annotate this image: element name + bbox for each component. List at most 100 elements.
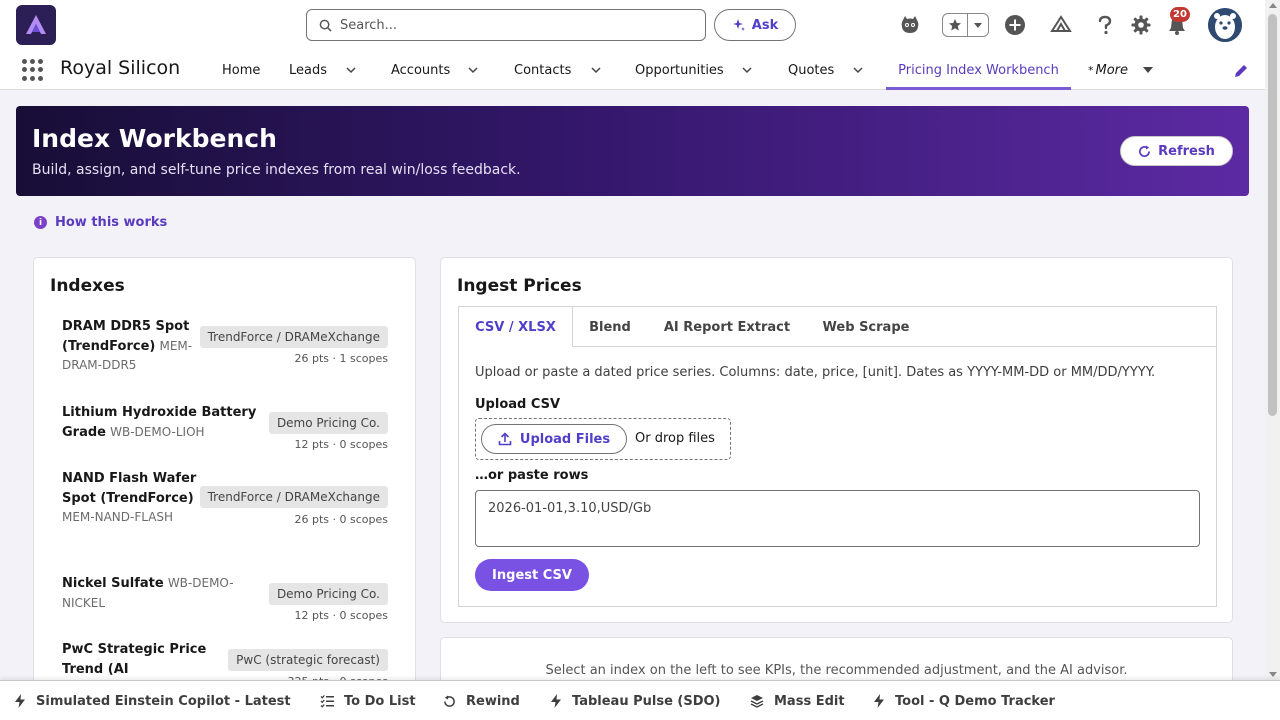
refresh-label: Refresh [1158,143,1215,159]
caret-down-icon [1143,67,1153,73]
index-list-item[interactable]: Nickel Sulfate WB-DEMO-NICKEL Demo Prici… [62,574,388,624]
search-icon [319,19,332,32]
chevron-down-icon[interactable] [590,64,602,76]
index-source-badge: PwC (strategic forecast) [228,649,388,671]
chevron-down-icon[interactable] [467,64,479,76]
chevron-down-icon[interactable] [852,64,864,76]
utility-item-label: Simulated Einstein Copilot - Latest [36,693,291,709]
nav-item-pricing-index-workbench[interactable]: Pricing Index Workbench [886,50,1071,90]
paste-rows-label: …or paste rows [475,468,589,483]
setup-button[interactable] [1128,12,1154,38]
ask-button[interactable]: Ask [714,9,796,41]
nav-more-menu[interactable]: * More [1088,50,1160,90]
favorites-star-button[interactable] [943,14,969,36]
utility-item-mass-edit[interactable]: Mass Edit [750,681,845,720]
asterisk-icon: * [1088,63,1094,77]
chevron-down-icon[interactable] [345,64,357,76]
favorites-group [942,13,989,37]
user-avatar[interactable] [1208,8,1242,42]
global-create-button[interactable] [1002,12,1028,38]
nav-item-label: Quotes [788,62,835,78]
indexes-title: Indexes [50,276,125,296]
layers-icon [750,695,764,708]
bolt-icon [15,694,25,708]
upload-files-label: Upload Files [519,431,611,447]
utility-item-label: Tableau Pulse (SDO) [572,693,721,709]
utility-item-einstein-copilot[interactable]: Simulated Einstein Copilot - Latest [14,681,291,720]
star-icon [949,19,962,31]
checklist-icon [320,695,334,708]
index-source-badge: TrendForce / DRAMeXchange [199,486,388,508]
ingest-prices-panel: Ingest Prices CSV / XLSX Blend AI Report… [440,257,1233,623]
caret-down-icon [974,23,983,28]
nav-item-accounts[interactable]: Accounts [391,50,491,90]
trailhead-button[interactable] [1048,12,1074,38]
workbench-hero-banner: Index Workbench Build, assign, and self-… [16,106,1249,196]
scroll-thumb[interactable] [1268,14,1277,416]
help-button[interactable] [1092,12,1118,38]
refresh-button[interactable]: Refresh [1120,136,1233,166]
sparkle-icon [732,19,745,31]
tab-blend[interactable]: Blend [573,307,647,347]
app-logo-icon [26,15,46,34]
tab-web-scrape[interactable]: Web Scrape [807,307,925,347]
utility-item-label: Mass Edit [774,693,845,709]
nav-item-label: Home [222,62,261,78]
utility-item-rewind[interactable]: Rewind [443,681,520,720]
gear-icon [1131,15,1151,35]
search-input[interactable] [340,17,680,33]
trailhead-icon [1050,15,1072,32]
app-logo[interactable] [16,5,56,45]
index-code: WB-DEMO-LIOH [110,424,205,439]
indexes-panel: Indexes DRAM DDR5 Spot (TrendForce) MEM-… [33,257,416,697]
index-name-wrap: PwC Strategic Price Trend (AI [62,640,222,679]
ingest-csv-button[interactable]: Ingest CSV [475,559,589,591]
app-launcher-icon[interactable] [22,59,44,81]
chevron-down-icon[interactable] [741,64,753,76]
edit-nav-pencil-icon[interactable] [1232,62,1250,80]
agent-face-icon [901,16,919,33]
index-source-badge: Demo Pricing Co. [268,412,388,434]
index-list-item[interactable]: DRAM DDR5 Spot (TrendForce) MEM-DRAM-DDR… [62,317,388,377]
index-meta: 12 pts · 0 scopes [294,609,389,622]
nav-item-leads[interactable]: Leads [289,50,369,90]
nav-item-opportunities[interactable]: Opportunities [635,50,765,90]
index-code: MEM-NAND-FLASH [62,510,174,524]
question-icon [1098,15,1112,35]
utility-item-to-do-list[interactable]: To Do List [320,681,416,720]
utility-item-tableau-pulse[interactable]: Tableau Pulse (SDO) [550,681,721,720]
scroll-down-arrow-icon[interactable] [1269,672,1277,677]
upload-files-button[interactable]: Upload Files [481,424,627,454]
index-name-wrap: DRAM DDR5 Spot (TrendForce) MEM-DRAM-DDR… [62,317,202,376]
nav-item-label: Opportunities [635,62,724,78]
bolt-icon [874,694,884,708]
nav-item-label: Pricing Index Workbench [898,62,1059,78]
tab-csv-xlsx[interactable]: CSV / XLSX [459,307,573,348]
page-title: Index Workbench [32,124,277,153]
ingest-description: Upload or paste a dated price series. Co… [475,365,1156,380]
how-this-works-link[interactable]: i How this works [34,215,167,230]
plus-circle-icon [1005,15,1025,35]
nav-item-home[interactable]: Home [222,50,260,90]
index-meta: 26 pts · 0 scopes [294,513,389,526]
paste-rows-textarea[interactable] [475,490,1200,547]
index-list-item[interactable]: NAND Flash Wafer Spot (TrendForce) MEM-N… [62,469,388,549]
nav-item-label: Accounts [391,62,451,78]
tab-ai-report-extract[interactable]: AI Report Extract [647,307,807,347]
agent-button[interactable] [897,12,923,38]
index-name: PwC Strategic Price Trend (AI [62,642,207,677]
utility-item-q-demo-tracker[interactable]: Tool - Q Demo Tracker [873,681,1055,720]
global-search[interactable] [306,9,706,41]
index-list-item[interactable]: Lithium Hydroxide Battery Grade WB-DEMO-… [62,403,388,453]
file-drop-zone[interactable]: Upload Files Or drop files [475,418,731,460]
index-name-wrap: NAND Flash Wafer Spot (TrendForce) MEM-N… [62,469,197,528]
nav-item-contacts[interactable]: Contacts [514,50,614,90]
index-source-badge: TrendForce / DRAMeXchange [199,326,388,348]
app-name: Royal Silicon [60,57,181,79]
favorites-dropdown-button[interactable] [968,14,988,36]
nav-item-quotes[interactable]: Quotes [788,50,868,90]
scroll-up-arrow-icon[interactable] [1269,3,1277,8]
index-source-badge: Demo Pricing Co. [268,583,388,605]
page-scrollbar[interactable] [1265,0,1280,680]
rewind-icon [444,694,455,707]
